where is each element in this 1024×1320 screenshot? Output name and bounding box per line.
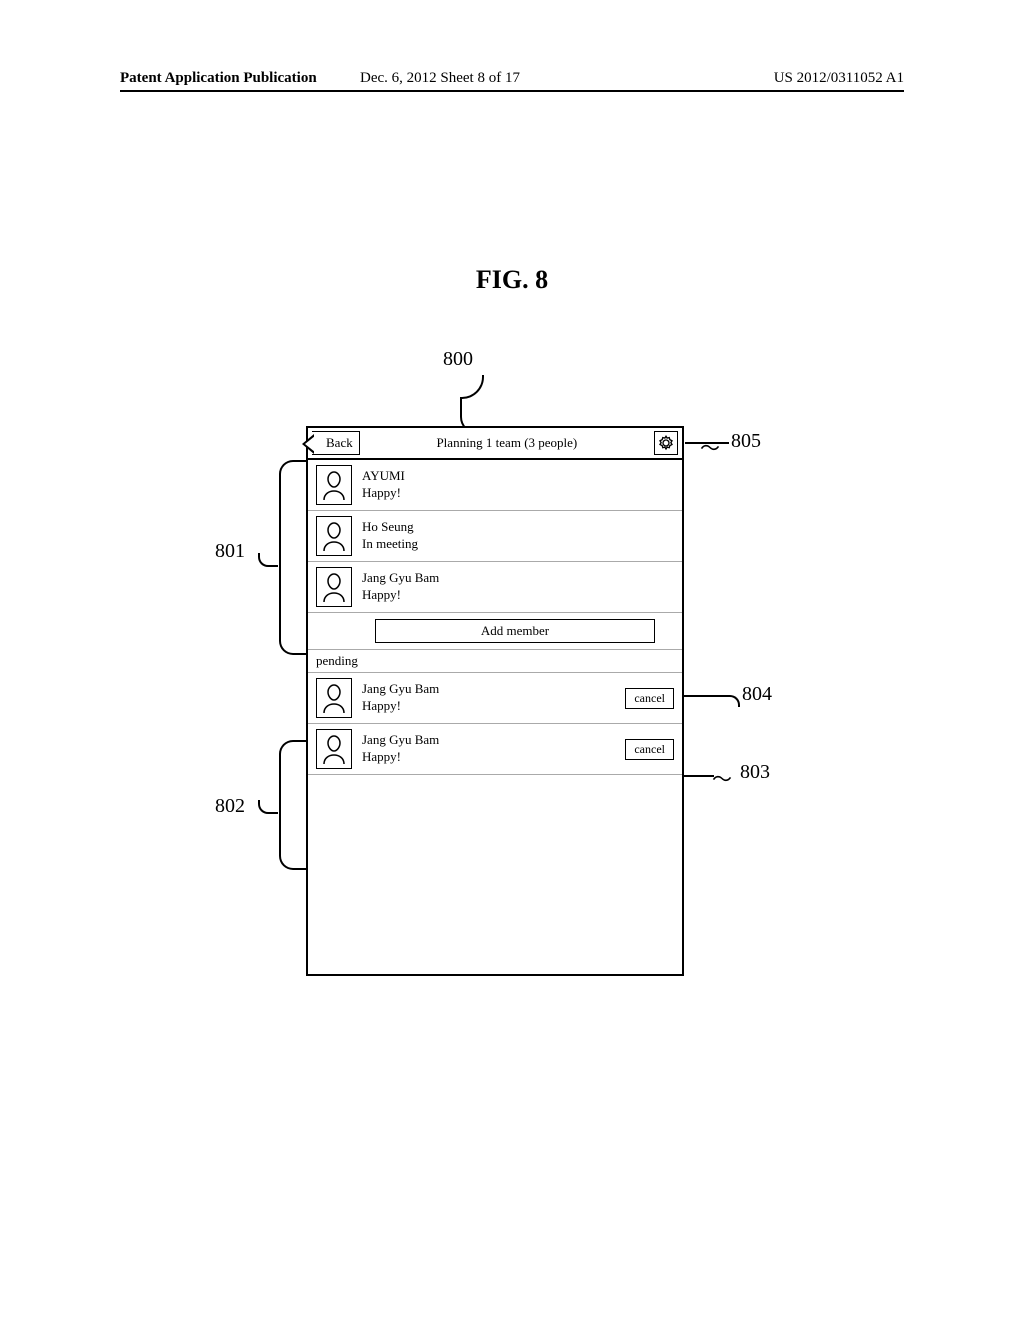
tilde-805: 〜 xyxy=(700,432,720,461)
header-patent-number: US 2012/0311052 A1 xyxy=(774,70,904,87)
member-row[interactable]: Ho Seung In meeting xyxy=(308,511,682,562)
settings-button[interactable] xyxy=(654,431,678,455)
pointer-800 xyxy=(460,375,490,430)
add-member-button[interactable]: Add member xyxy=(375,619,655,643)
header-publication: Patent Application Publication xyxy=(120,70,317,87)
cancel-label: cancel xyxy=(634,742,665,756)
add-member-row: Add member xyxy=(308,613,682,650)
member-row[interactable]: Jang Gyu Bam Happy! xyxy=(308,562,682,613)
screen-title: Planning 1 team (3 people) xyxy=(366,435,648,451)
pending-row[interactable]: Jang Gyu Bam Happy! cancel xyxy=(308,724,682,775)
person-icon xyxy=(320,681,348,715)
avatar xyxy=(316,678,352,718)
avatar xyxy=(316,729,352,769)
figure-title: FIG. 8 xyxy=(0,265,1024,295)
member-status: Happy! xyxy=(362,698,615,715)
cancel-button[interactable]: cancel xyxy=(625,688,674,709)
member-name: AYUMI xyxy=(362,468,674,485)
person-icon xyxy=(320,519,348,553)
person-icon xyxy=(320,732,348,766)
callout-803: 803 xyxy=(740,761,770,784)
member-name: Jang Gyu Bam xyxy=(362,570,674,587)
member-name: Jang Gyu Bam xyxy=(362,681,615,698)
avatar xyxy=(316,465,352,505)
brace-802-tip xyxy=(258,800,278,814)
member-status: Happy! xyxy=(362,749,615,766)
add-member-label: Add member xyxy=(481,623,549,638)
pending-row[interactable]: Jang Gyu Bam Happy! cancel xyxy=(308,673,682,724)
member-text: AYUMI Happy! xyxy=(362,468,674,502)
back-button[interactable]: Back xyxy=(312,431,360,455)
person-icon xyxy=(320,570,348,604)
callout-804: 804 xyxy=(742,683,772,706)
member-text: Ho Seung In meeting xyxy=(362,519,674,553)
member-status: Happy! xyxy=(362,485,674,502)
callout-802: 802 xyxy=(215,795,245,818)
member-status: Happy! xyxy=(362,587,674,604)
callout-805: 805 xyxy=(731,430,761,453)
member-name: Jang Gyu Bam xyxy=(362,732,615,749)
header-rule xyxy=(120,90,904,92)
member-status: In meeting xyxy=(362,536,674,553)
cancel-label: cancel xyxy=(634,691,665,705)
avatar xyxy=(316,516,352,556)
screen-header: Back Planning 1 team (3 people) xyxy=(308,428,682,460)
brace-801-tip xyxy=(258,553,278,567)
callout-800: 800 xyxy=(443,348,473,371)
gear-icon xyxy=(657,434,675,452)
tilde-803: 〜 xyxy=(712,763,732,792)
callout-801: 801 xyxy=(215,540,245,563)
pending-section-label: pending xyxy=(308,650,682,673)
phone-screen: Back Planning 1 team (3 people) AYUMI Ha… xyxy=(306,426,684,976)
cancel-button[interactable]: cancel xyxy=(625,739,674,760)
person-icon xyxy=(320,468,348,502)
back-button-label: Back xyxy=(326,435,353,451)
member-name: Ho Seung xyxy=(362,519,674,536)
avatar xyxy=(316,567,352,607)
member-text: Jang Gyu Bam Happy! xyxy=(362,570,674,604)
header-date-sheet: Dec. 6, 2012 Sheet 8 of 17 xyxy=(360,70,520,87)
member-row[interactable]: AYUMI Happy! xyxy=(308,460,682,511)
member-text: Jang Gyu Bam Happy! xyxy=(362,681,615,715)
member-text: Jang Gyu Bam Happy! xyxy=(362,732,615,766)
